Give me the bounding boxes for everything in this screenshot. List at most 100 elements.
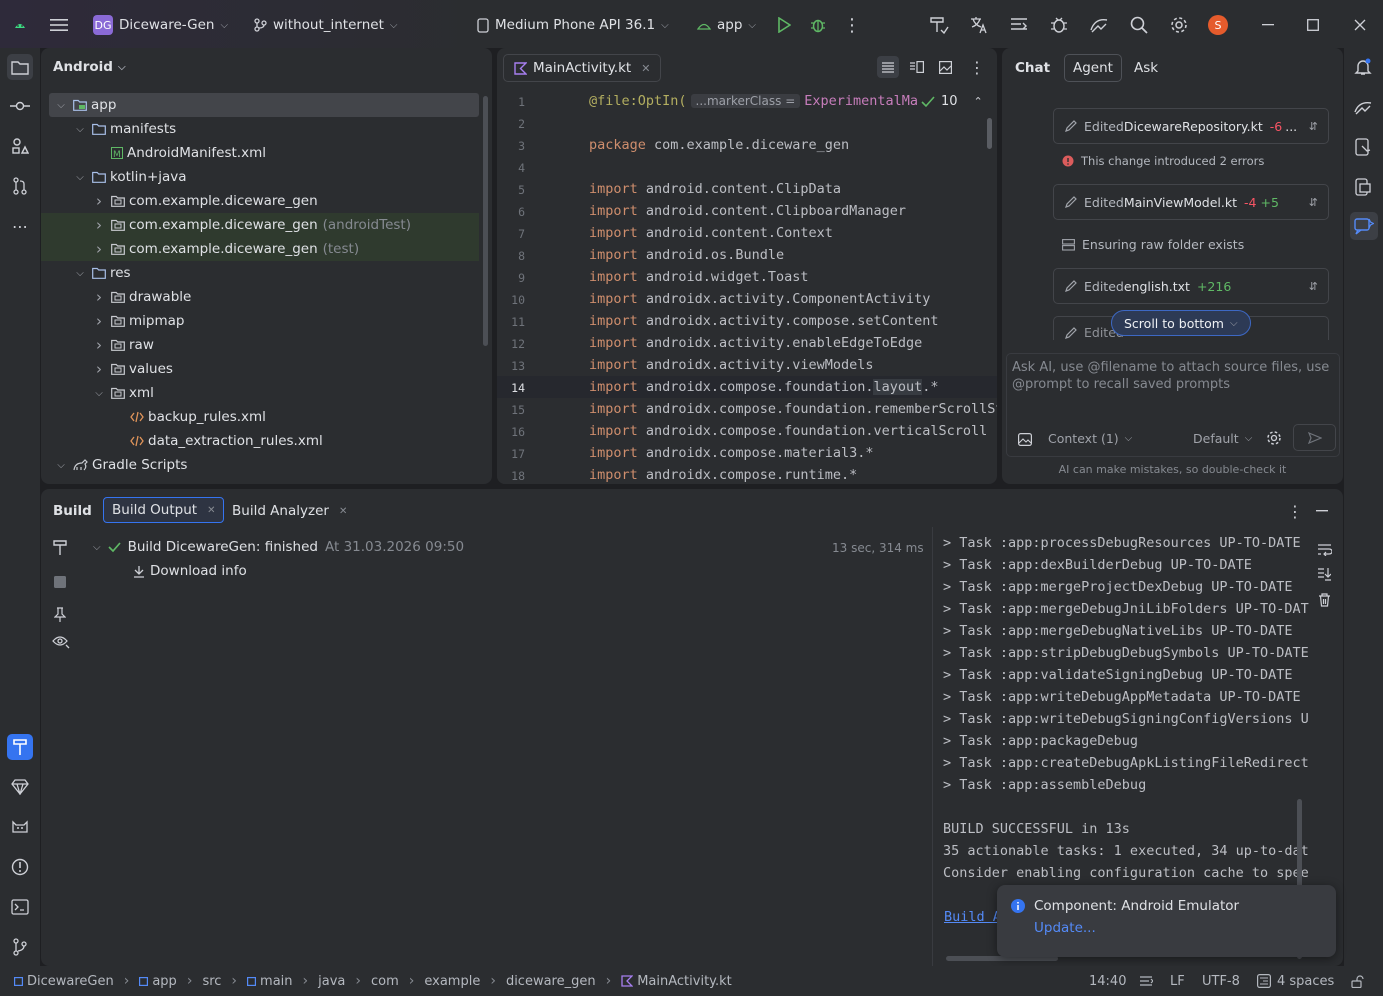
tree-item[interactable]: ⌵ Gradle Scripts (41, 453, 479, 477)
lock-icon[interactable] (1351, 966, 1365, 996)
code-line[interactable]: import android.content.ClipboardManager (589, 203, 906, 219)
project-selector[interactable]: DG Diceware-Gen ⌵ (93, 12, 228, 38)
avatar[interactable]: S (1208, 15, 1228, 35)
tree-item[interactable]: ⌵ res (41, 261, 479, 285)
running-devices-icon[interactable] (1350, 94, 1376, 120)
context-selector[interactable]: Context (1) ⌵ (1048, 431, 1132, 446)
more-actions-icon[interactable]: ⋮ (842, 15, 862, 36)
code-line[interactable]: @file:OptIn(...markerClass = Experimental… (589, 93, 918, 109)
prompt-settings-gear-icon[interactable] (1265, 429, 1283, 447)
breadcrumb-item[interactable]: diceware_gen (506, 974, 596, 989)
format-icon[interactable] (1139, 966, 1153, 996)
breadcrumb-item[interactable]: src (202, 974, 221, 989)
caret-position[interactable]: 14:40 (1089, 966, 1126, 996)
close-tab-icon[interactable]: ✕ (641, 62, 650, 75)
tree-item[interactable]: M AndroidManifest.xml (41, 141, 479, 165)
terminal-icon[interactable] (7, 894, 33, 920)
edit-card-englishtxt[interactable]: Edited english.txt +216 ⇵ (1053, 268, 1329, 304)
image-attach-icon[interactable] (1017, 431, 1033, 447)
chevron-right-icon[interactable]: › (93, 360, 105, 378)
notification-update-link[interactable]: Update... (1034, 920, 1096, 936)
breadcrumb-item[interactable]: java (318, 974, 345, 989)
tab-ask[interactable]: Ask (1134, 60, 1158, 76)
breadcrumb-item[interactable]: app (139, 974, 177, 989)
logcat-icon[interactable] (1008, 14, 1030, 36)
tree-item[interactable]: › com.example.diceware_gen (41, 189, 479, 213)
prompt-input[interactable]: Ask AI, use @filename to attach source f… (1012, 359, 1332, 393)
project-view-selector[interactable]: Android ⌵ (53, 59, 126, 75)
emulator-icon[interactable] (1350, 174, 1376, 200)
version-control-icon[interactable] (7, 934, 33, 960)
edit-card-mainviewmodel[interactable]: Edited MainViewModel.kt -4 +5 ⇵ (1053, 184, 1329, 220)
tree-item[interactable]: backup_rules.xml (41, 405, 479, 429)
tree-item[interactable]: › mipmap (41, 309, 479, 333)
device-explorer-icon[interactable] (1350, 134, 1376, 160)
chevron-right-icon[interactable]: › (93, 312, 105, 330)
code-area[interactable]: 1 @file:OptIn(...markerClass = Experimenta… (497, 85, 997, 484)
more-tools-icon[interactable]: ⋯ (7, 213, 33, 239)
commit-tool-icon[interactable] (7, 93, 33, 119)
tree-item[interactable]: ⌵ app (49, 93, 479, 117)
tree-item[interactable]: ⌵ xml (41, 381, 479, 405)
clear-trash-icon[interactable] (1315, 591, 1333, 609)
device-selector[interactable]: Medium Phone API 36.1 ⌵ (477, 12, 669, 38)
chevron-right-icon[interactable]: › (93, 216, 105, 234)
send-button[interactable] (1293, 424, 1336, 451)
breadcrumb-item[interactable]: MainActivity.kt (621, 974, 732, 989)
file-encoding[interactable]: UTF-8 (1202, 966, 1240, 996)
tree-item[interactable]: › values (41, 357, 479, 381)
breadcrumb-item[interactable]: example (424, 974, 480, 989)
run-icon[interactable] (774, 15, 794, 35)
code-line[interactable]: import androidx.activity.viewModels (589, 357, 873, 373)
tree-scrollbar[interactable] (483, 96, 488, 346)
scroll-to-end-icon[interactable] (1315, 565, 1333, 583)
code-line[interactable]: import androidx.compose.material3.* (589, 445, 873, 461)
resource-manager-icon[interactable] (7, 133, 33, 159)
inspection-widget[interactable]: 10 ⌃ ⌄ (917, 94, 997, 109)
chevron-down-icon[interactable]: ⌵ (55, 460, 67, 471)
tree-item[interactable]: › com.example.diceware_gen (androidTest) (41, 213, 479, 237)
debug-icon[interactable] (808, 15, 828, 35)
code-line[interactable]: import androidx.compose.foundation.remem… (589, 401, 997, 417)
editor-tab-mainactivity[interactable]: MainActivity.kt ✕ (503, 54, 662, 82)
gemini-icon[interactable] (7, 774, 33, 800)
translate-icon[interactable] (968, 14, 990, 36)
app-inspection-icon[interactable] (1048, 14, 1070, 36)
tree-item[interactable]: › drawable (41, 285, 479, 309)
main-menu-icon[interactable] (48, 14, 70, 36)
split-view-icon[interactable] (906, 56, 928, 78)
build-analyzer-link[interactable]: Build A (944, 909, 1001, 925)
chevron-down-icon[interactable]: ⌵ (74, 124, 86, 135)
code-view-icon[interactable] (877, 56, 899, 78)
minimize-window-icon[interactable] (1257, 14, 1279, 36)
device-manager-icon[interactable] (1088, 14, 1110, 36)
code-line[interactable]: import android.os.Bundle (589, 247, 784, 263)
code-line[interactable]: import android.widget.Toast (589, 269, 808, 285)
edit-card-dicewarerepository[interactable]: Edited DicewareRepository.kt -6 ... ⇵ (1053, 108, 1329, 144)
logcat-cat-icon[interactable] (7, 814, 33, 840)
design-view-icon[interactable] (934, 56, 956, 78)
indent-setting[interactable]: 4 spaces (1257, 966, 1334, 996)
code-line[interactable]: import androidx.activity.enableEdgeToEdg… (589, 335, 922, 351)
code-line[interactable]: import android.content.Context (589, 225, 833, 241)
tree-item[interactable]: › raw (41, 333, 479, 357)
android-studio-logo-icon[interactable] (12, 16, 28, 32)
search-icon[interactable] (1128, 14, 1150, 36)
code-line[interactable]: package com.example.diceware_gen (589, 137, 849, 153)
code-line[interactable]: import androidx.activity.ComponentActivi… (589, 291, 930, 307)
editor-more-icon[interactable]: ⋮ (968, 56, 986, 78)
build-tool-icon[interactable] (7, 734, 33, 760)
soft-wrap-icon[interactable] (1315, 541, 1333, 559)
code-line[interactable]: import androidx.compose.foundation.verti… (589, 423, 987, 439)
maximize-window-icon[interactable] (1302, 14, 1324, 36)
tree-item[interactable]: › com.example.diceware_gen (test) (41, 237, 479, 261)
breadcrumb-item[interactable]: main (247, 974, 293, 989)
chevron-right-icon[interactable]: › (93, 288, 105, 306)
code-line[interactable]: import androidx.compose.foundation.layou… (589, 379, 939, 395)
notification-popup[interactable]: Component: Android Emulator Update... (997, 885, 1336, 957)
mode-selector[interactable]: Default ⌵ (1193, 431, 1252, 446)
branch-selector[interactable]: without_internet ⌵ (253, 12, 397, 38)
editor-scrollbar[interactable] (987, 118, 992, 149)
chevron-down-icon[interactable]: ⌵ (74, 268, 86, 279)
problems-icon[interactable] (7, 854, 33, 880)
